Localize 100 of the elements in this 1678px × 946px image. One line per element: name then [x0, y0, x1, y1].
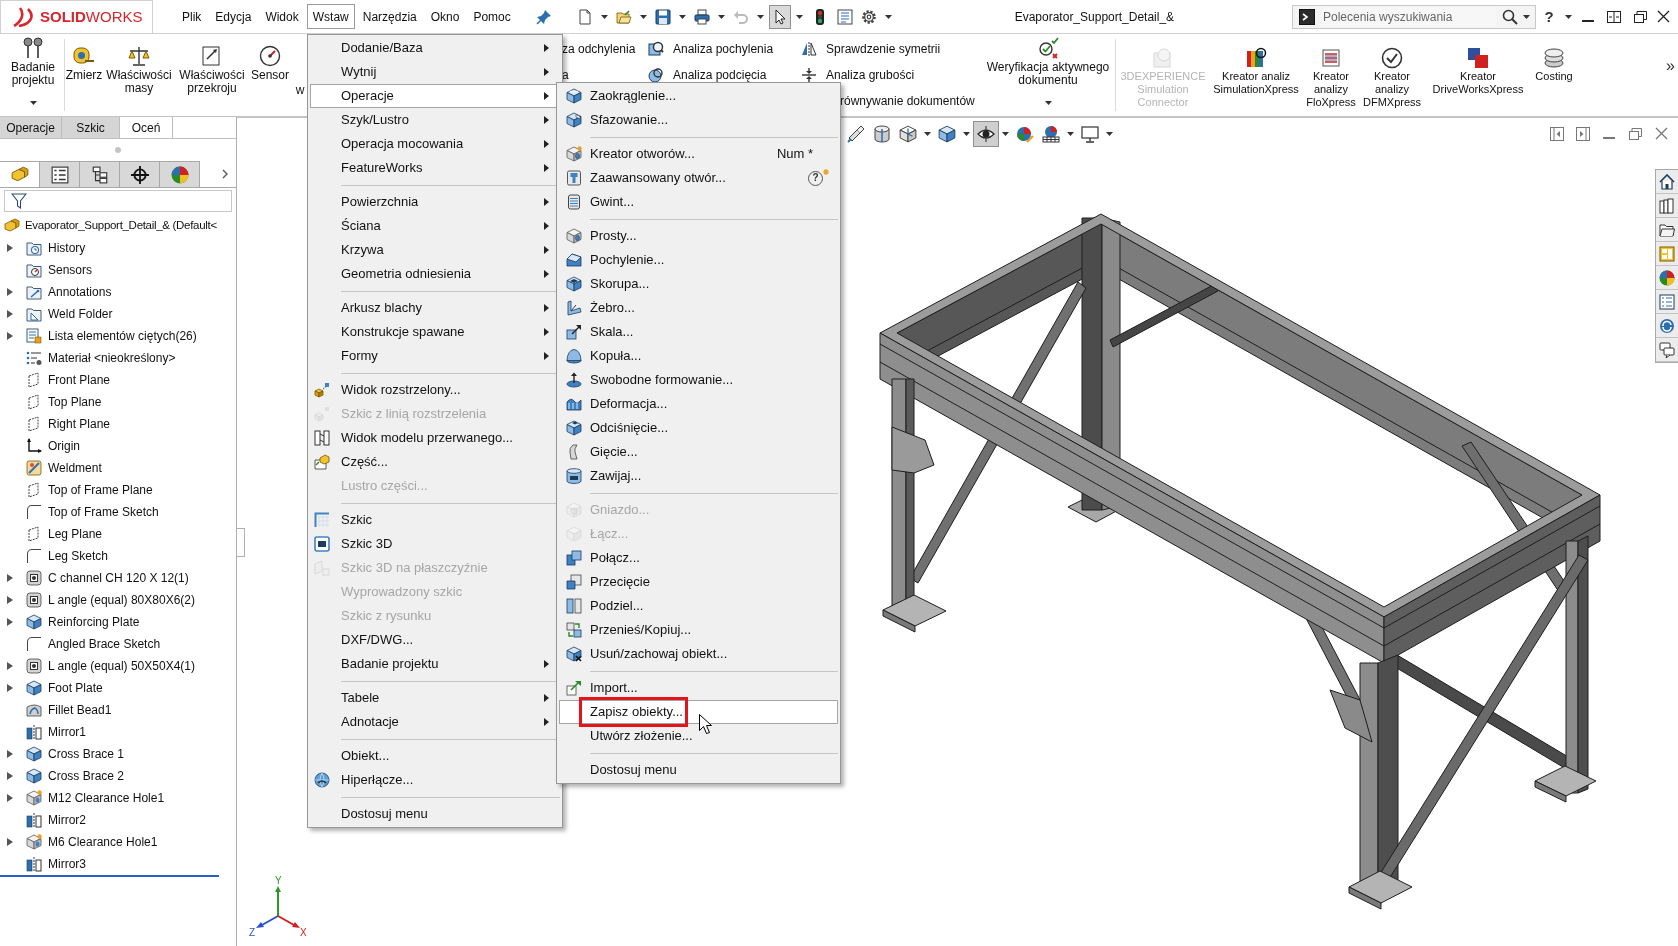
menu-item[interactable]: Import... — [559, 676, 838, 700]
menu-item[interactable]: Szyk/Lustro — [310, 108, 560, 132]
tree-item[interactable]: History — [48, 239, 86, 257]
menu-item[interactable]: Geometria odniesienia — [310, 262, 560, 286]
expand-arrow-icon[interactable] — [7, 794, 13, 802]
menu-item[interactable]: Formy — [310, 344, 560, 368]
tree-item[interactable]: Mirror3 — [48, 855, 86, 873]
ribbon-button[interactable]: za odchylenia — [562, 36, 648, 62]
ribbon-button[interactable]: Kreator DriveWorksXpress — [1426, 34, 1530, 96]
expand-arrow-icon[interactable] — [7, 244, 13, 252]
dropdown-caret-icon[interactable] — [1523, 14, 1530, 19]
menu-item[interactable]: Kopuła... — [559, 344, 838, 368]
ribbon-button[interactable]: Zmierz — [65, 34, 103, 82]
menu-item[interactable]: Operacja mocowania — [310, 132, 560, 156]
refresh-icon[interactable] — [1659, 317, 1675, 334]
tree-item[interactable]: Foot Plate — [48, 679, 103, 697]
menu-item[interactable]: Szkic — [310, 508, 560, 532]
ribbon-button[interactable]: Kreator analizy DFMXpress — [1358, 34, 1426, 109]
tree-item[interactable]: M12 Clearance Hole1 — [48, 789, 165, 807]
panel-tab[interactable] — [120, 161, 160, 187]
menu-item[interactable]: Skala... — [559, 320, 838, 344]
menu-item[interactable]: Połącz... — [559, 546, 838, 570]
dropdown-caret-icon[interactable] — [639, 14, 647, 19]
tree-item[interactable]: Reinforcing Plate — [48, 613, 140, 631]
tree-item[interactable]: Leg Plane — [48, 525, 103, 543]
menu-item[interactable]: Część... — [310, 450, 560, 474]
expand-arrow-icon[interactable] — [7, 618, 13, 626]
home-icon[interactable] — [1659, 173, 1675, 190]
menu-item[interactable]: Ściana — [310, 214, 560, 238]
tree-item[interactable]: Front Plane — [48, 371, 111, 389]
menu-item[interactable]: Widok modelu przerwanego... — [310, 426, 560, 450]
ribbon-button[interactable]: Kreator analiz SimulationXpress — [1208, 34, 1304, 96]
tree-item[interactable]: Cross Brace 2 — [48, 767, 125, 785]
menu-item[interactable]: Przecięcie — [559, 570, 838, 594]
menu-item[interactable]: Krzywa — [310, 238, 560, 262]
dropdown-caret-icon[interactable] — [963, 131, 970, 136]
search-box[interactable]: Polecenia wyszukiwania — [1292, 4, 1536, 29]
dropdown-caret-icon[interactable] — [884, 14, 892, 19]
menu-bar-item[interactable]: Widok — [259, 4, 305, 29]
expand-arrow-icon[interactable] — [7, 684, 13, 692]
tree-item[interactable]: Mirror1 — [48, 723, 86, 741]
chat-bubbles-icon[interactable] — [1659, 341, 1675, 358]
menu-bar-item[interactable]: Pomoc — [467, 4, 517, 29]
tree-item[interactable]: Top Plane — [48, 393, 102, 411]
tree-item[interactable]: Right Plane — [48, 415, 111, 433]
menu-bar-item[interactable]: Okno — [424, 4, 466, 29]
tree-item[interactable]: Weldment — [48, 459, 102, 477]
help-button[interactable]: ? — [1541, 9, 1557, 24]
menu-item[interactable]: Badanie projektu — [310, 652, 560, 676]
expand-arrow-icon[interactable] — [7, 838, 13, 846]
color-sphere-icon[interactable] — [1659, 269, 1675, 286]
tree-item[interactable]: Sensors — [48, 261, 93, 279]
ribbon-button[interactable]: Badanie projektu — [2, 34, 64, 105]
menu-item[interactable]: Deformacja... — [559, 392, 838, 416]
menu-item[interactable]: Dostosuj menu — [559, 758, 838, 782]
menu-item[interactable]: Konstrukcje spawane — [310, 320, 560, 344]
menu-item[interactable]: Podziel... — [559, 594, 838, 618]
expand-arrow-icon[interactable] — [7, 310, 13, 318]
menu-item[interactable]: FeatureWorks — [310, 156, 560, 180]
menu-item[interactable]: Żebro... — [559, 296, 838, 320]
expand-arrow-icon[interactable] — [7, 574, 13, 582]
tree-item[interactable]: M6 Clearance Hole1 — [48, 833, 158, 851]
menu-item[interactable]: Adnotacje — [310, 710, 560, 734]
dropdown-caret-icon[interactable] — [1565, 14, 1572, 19]
menu-item[interactable]: Swobodne formowanie... — [559, 368, 838, 392]
tree-item[interactable]: L angle (equal) 50X50X4(1) — [48, 657, 195, 675]
menu-item[interactable]: Tabele — [310, 686, 560, 710]
panel-tab[interactable] — [80, 161, 120, 187]
ribbon-button[interactable]: Sensor — [249, 34, 291, 82]
menu-item[interactable]: Widok rozstrzelony... — [310, 378, 560, 402]
ribbon-button[interactable]: Kreator analizy FloXpress — [1304, 34, 1358, 109]
menu-item[interactable]: Kreator otworów... Num * — [559, 142, 838, 166]
menu-item[interactable]: Wytnij — [310, 60, 560, 84]
books-icon[interactable] — [1659, 197, 1675, 214]
menu-item[interactable]: Usuń/zachowaj obiekt... — [559, 642, 838, 666]
tree-item[interactable]: L angle (equal) 80X80X6(2) — [48, 591, 195, 609]
tile-windows-icon[interactable] — [1607, 10, 1621, 23]
menu-item[interactable]: Zawijaj... — [559, 464, 838, 488]
ribbon-button[interactable]: Weryfikacja aktywnego dokumentu — [983, 34, 1113, 105]
ribbon-button[interactable]: Właściwości przekroju — [175, 34, 249, 95]
menu-item[interactable]: Powierzchnia — [310, 190, 560, 214]
dropdown-caret-icon[interactable] — [678, 14, 686, 19]
menu-item[interactable]: Utwórz złożenie... — [559, 724, 838, 748]
previous-pane-icon[interactable] — [1550, 126, 1564, 141]
tree-item[interactable]: Top of Frame Plane — [48, 481, 153, 499]
expand-arrow-icon[interactable] — [7, 662, 13, 670]
next-pane-icon[interactable] — [1576, 126, 1590, 141]
search-icon[interactable] — [1502, 8, 1518, 25]
tree-item[interactable]: C channel CH 120 X 12(1) — [48, 569, 189, 587]
pin-icon[interactable] — [535, 8, 552, 25]
tree-item[interactable]: Fillet Bead1 — [48, 701, 112, 719]
dropdown-caret-icon[interactable] — [1002, 131, 1009, 136]
expand-arrow-icon[interactable] — [7, 772, 13, 780]
ribbon-button[interactable]: Analiza pochylenia — [648, 36, 801, 62]
ribbon-button[interactable]: Właściwości masy — [103, 34, 175, 95]
tree-item[interactable]: Mirror2 — [48, 811, 86, 829]
menu-item[interactable]: Zaawansowany otwór... ? — [559, 166, 838, 190]
tree-item[interactable]: Annotations — [48, 283, 112, 301]
dropdown-caret-icon[interactable] — [795, 14, 803, 19]
expand-arrow-icon[interactable] — [7, 332, 13, 340]
